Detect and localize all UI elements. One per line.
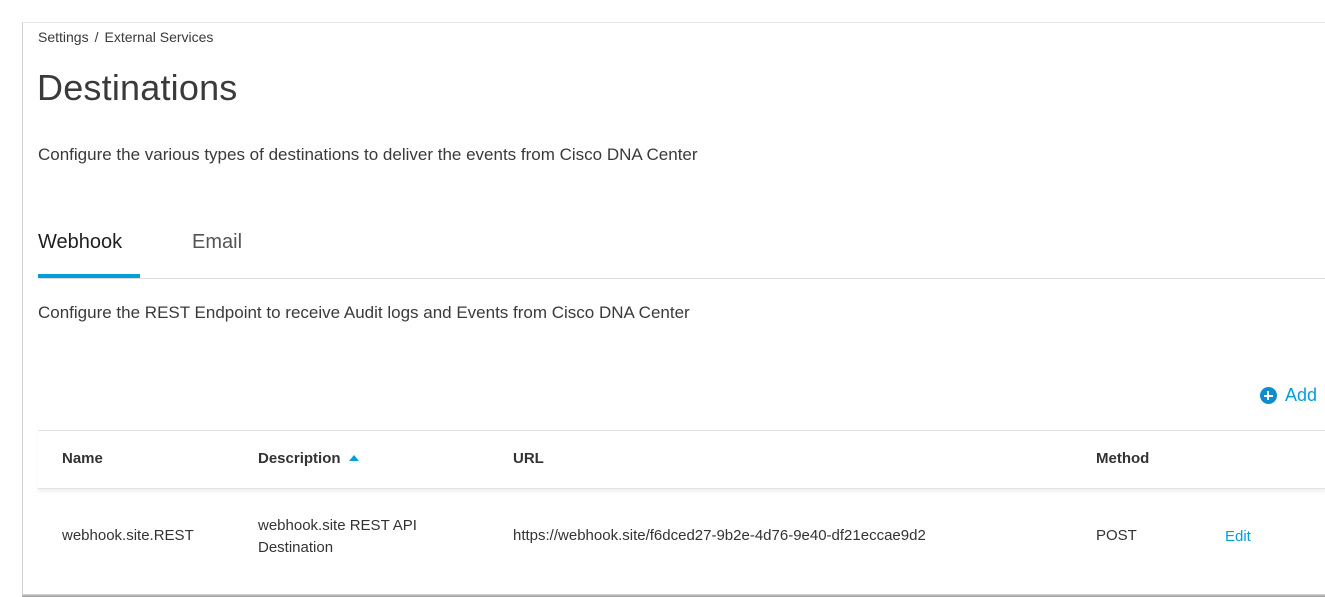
table-header: Name Description URL Method	[38, 430, 1325, 489]
cell-method: POST	[1096, 527, 1137, 544]
tab-webhook[interactable]: Webhook	[38, 228, 140, 278]
table-row[interactable]: webhook.site.REST webhook.site REST API …	[38, 489, 1325, 579]
destinations-table: Name Description URL Method webhook.site…	[38, 430, 1325, 579]
cell-url: https://webhook.site/f6dced27-9b2e-4d76-…	[513, 527, 926, 544]
column-header-description-label: Description	[258, 450, 341, 467]
add-button-label: Add	[1284, 385, 1317, 405]
sort-ascending-icon	[348, 455, 359, 461]
breadcrumb-item-external-services: External Services	[104, 29, 214, 45]
tab-email-label: Email	[192, 231, 243, 253]
breadcrumb: Settings / External Services	[38, 29, 213, 45]
column-header-name[interactable]: Name	[62, 450, 103, 467]
cell-description: webhook.site REST API Destination	[258, 517, 417, 556]
add-button[interactable]: Add	[1259, 385, 1317, 406]
edit-link[interactable]: Edit	[1225, 528, 1251, 545]
plus-circle-icon	[1259, 387, 1277, 404]
webhook-description: Configure the REST Endpoint to receive A…	[38, 303, 690, 322]
page-subtitle: Configure the various types of destinati…	[38, 145, 698, 164]
cell-name: webhook.site.REST	[62, 527, 194, 544]
tab-webhook-label: Webhook	[38, 231, 123, 253]
column-header-method[interactable]: Method	[1096, 450, 1149, 467]
breadcrumb-item-settings[interactable]: Settings	[38, 29, 89, 45]
tab-bar: Webhook Email	[38, 228, 1325, 279]
main-panel: Settings / External Services Destinations …	[22, 22, 1325, 597]
page-title: Destinations	[37, 67, 238, 108]
breadcrumb-separator: /	[94, 29, 99, 45]
column-header-description[interactable]: Description	[258, 450, 359, 467]
tab-email[interactable]: Email	[192, 228, 242, 277]
column-header-url[interactable]: URL	[513, 450, 544, 467]
